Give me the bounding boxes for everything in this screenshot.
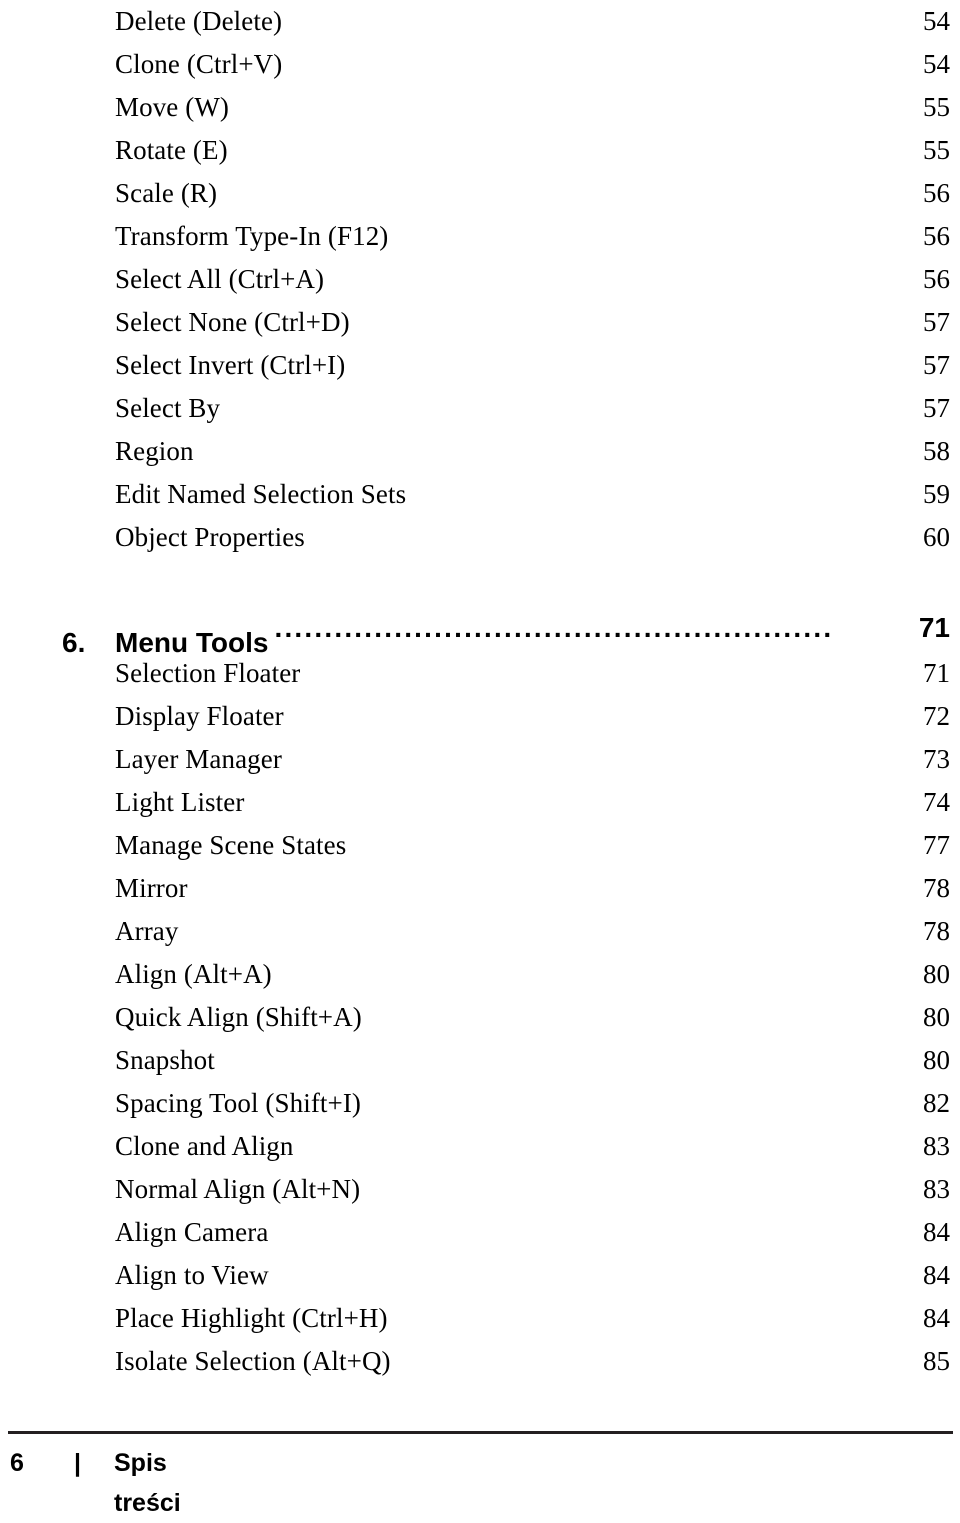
toc-entry-label: Place Highlight (Ctrl+H) (115, 1303, 388, 1333)
toc-entry-page-number: 58 (923, 436, 950, 466)
toc-entry[interactable]: Isolate Selection (Alt+Q) 85 (0, 1340, 960, 1383)
toc-entry-page-number: 71 (923, 658, 950, 688)
toc-entry-label: Display Floater (115, 701, 284, 731)
toc-entry-page-number: 60 (923, 522, 950, 552)
toc-entry[interactable]: Display Floater 72 (0, 695, 960, 738)
toc-entry-label: Clone (Ctrl+V) (115, 49, 283, 79)
toc-entry-label: Edit Named Selection Sets (115, 479, 407, 509)
toc-entry[interactable]: Align to View 84 (0, 1254, 960, 1297)
toc-entry[interactable]: Light Lister 74 (0, 781, 960, 824)
toc-entry-page-number: 56 (923, 178, 950, 208)
toc-entry-label: Layer Manager (115, 744, 282, 774)
toc-entry[interactable]: Snapshot 80 (0, 1039, 960, 1082)
toc-entry-page-number: 78 (923, 916, 950, 946)
toc-entry[interactable]: Selection Floater 71 (0, 652, 960, 695)
toc-entry-page-number: 74 (923, 787, 950, 817)
toc-entry-label: Move (W) (115, 92, 230, 122)
toc-entry[interactable]: Array 78 (0, 910, 960, 953)
toc-entry-page-number: 55 (923, 135, 950, 165)
toc-entry[interactable]: Quick Align (Shift+A) 80 (0, 996, 960, 1039)
toc-entry-label: Select By (115, 393, 221, 423)
toc-entry-label: Clone and Align (115, 1131, 294, 1161)
toc-entry-label: Light Lister (115, 787, 245, 817)
toc-entry-page-number: 80 (923, 1045, 950, 1075)
footer-page-number: 6 (10, 1449, 24, 1477)
toc-entry-page-number: 73 (923, 744, 950, 774)
toc-entry[interactable]: Mirror 78 (0, 867, 960, 910)
toc-entry[interactable]: Rotate (E) 55 (0, 129, 960, 172)
toc-entry-label: Region (115, 436, 194, 466)
toc-entry-page-number: 54 (923, 6, 950, 36)
toc-entry[interactable]: Region 58 (0, 430, 960, 473)
toc-entry[interactable]: Manage Scene States 77 (0, 824, 960, 867)
toc-entry-label: Align to View (115, 1260, 269, 1290)
toc-section-page-number: 71 (918, 612, 950, 643)
toc-entry[interactable]: Move (W) 55 (0, 86, 960, 129)
toc-entry[interactable]: Clone and Align 83 (0, 1125, 960, 1168)
toc-entry-label: Mirror (115, 873, 188, 903)
toc-entry-page-number: 80 (923, 959, 950, 989)
toc-entry-page-number: 57 (923, 307, 950, 337)
toc-entry-label: Normal Align (Alt+N) (115, 1174, 361, 1204)
toc-entry-page-number: 57 (923, 393, 950, 423)
toc-entry[interactable]: Scale (R) 56 (0, 172, 960, 215)
toc-entry[interactable]: Edit Named Selection Sets 59 (0, 473, 960, 516)
toc-entry-label: Quick Align (Shift+A) (115, 1002, 362, 1032)
toc-dot-leader: ........................................… (274, 612, 834, 643)
footer-divider (8, 1431, 953, 1434)
toc-entry-page-number: 56 (923, 264, 950, 294)
toc-entry-page-number: 55 (923, 92, 950, 122)
toc-entry[interactable]: Spacing Tool (Shift+I) 82 (0, 1082, 960, 1125)
toc-entry[interactable]: Transform Type-In (F12) 56 (0, 215, 960, 258)
toc-entry-page-number: 84 (923, 1260, 950, 1290)
toc-entry-page-number: 59 (923, 479, 950, 509)
toc-entry-page-number: 82 (923, 1088, 950, 1118)
toc-entry-label: Select Invert (Ctrl+I) (115, 350, 346, 380)
toc-entry[interactable]: Select Invert (Ctrl+I) 57 (0, 344, 960, 387)
footer-title: Spis treści (114, 1449, 181, 1517)
toc-entry[interactable]: Layer Manager 73 (0, 738, 960, 781)
toc-entry[interactable]: Object Properties 60 (0, 516, 960, 559)
toc-entry-label: Align Camera (115, 1217, 269, 1247)
page-footer: 6 | Spis treści (0, 1431, 960, 1521)
toc-entry-page-number: 77 (923, 830, 950, 860)
toc-section-heading[interactable]: 6. Menu Tools............................… (0, 604, 960, 658)
toc-entry-label: Delete (Delete) (115, 6, 283, 36)
toc-entry-label: Transform Type-In (F12) (115, 221, 389, 251)
toc-entry-label: Array (115, 916, 179, 946)
toc-entry-page-number: 85 (923, 1346, 950, 1376)
toc-entry[interactable]: Select None (Ctrl+D) 57 (0, 301, 960, 344)
toc-entry-label: Selection Floater (115, 658, 301, 688)
toc-entry[interactable]: Select By 57 (0, 387, 960, 430)
toc-entry-page-number: 54 (923, 49, 950, 79)
toc-entry-label: Spacing Tool (Shift+I) (115, 1088, 362, 1118)
toc-entry-label: Manage Scene States (115, 830, 347, 860)
toc-entry-label: Align (Alt+A) (115, 959, 272, 989)
toc-entry[interactable]: Delete (Delete) 54 (0, 0, 960, 43)
toc-entry-page-number: 84 (923, 1303, 950, 1333)
toc-entry-label: Scale (R) (115, 178, 218, 208)
toc-entry-label: Select All (Ctrl+A) (115, 264, 325, 294)
toc-entry-page-number: 80 (923, 1002, 950, 1032)
toc-entry[interactable]: Align Camera 84 (0, 1211, 960, 1254)
toc-entry-page-number: 84 (923, 1217, 950, 1247)
toc-entry-page-number: 83 (923, 1174, 950, 1204)
toc-entry-page-number: 72 (923, 701, 950, 731)
toc-entry-page-number: 78 (923, 873, 950, 903)
toc-entry-page-number: 56 (923, 221, 950, 251)
footer-separator: | (74, 1449, 81, 1477)
toc-entry[interactable]: Select All (Ctrl+A) 56 (0, 258, 960, 301)
toc-entry-label: Rotate (E) (115, 135, 228, 165)
toc-entry[interactable]: Normal Align (Alt+N) 83 (0, 1168, 960, 1211)
toc-entry-label: Snapshot (115, 1045, 215, 1075)
toc-entry-page-number: 83 (923, 1131, 950, 1161)
toc-entry-label: Select None (Ctrl+D) (115, 307, 350, 337)
toc-entry-page-number: 57 (923, 350, 950, 380)
table-of-contents-list: Delete (Delete) 54 Clone (Ctrl+V) 54 Move (W… (0, 0, 960, 1383)
toc-entry-label: Object Properties (115, 522, 305, 552)
toc-entry-label: Isolate Selection (Alt+Q) (115, 1346, 391, 1376)
toc-entry[interactable]: Align (Alt+A) 80 (0, 953, 960, 996)
toc-entry[interactable]: Place Highlight (Ctrl+H) 84 (0, 1297, 960, 1340)
toc-entry[interactable]: Clone (Ctrl+V) 54 (0, 43, 960, 86)
